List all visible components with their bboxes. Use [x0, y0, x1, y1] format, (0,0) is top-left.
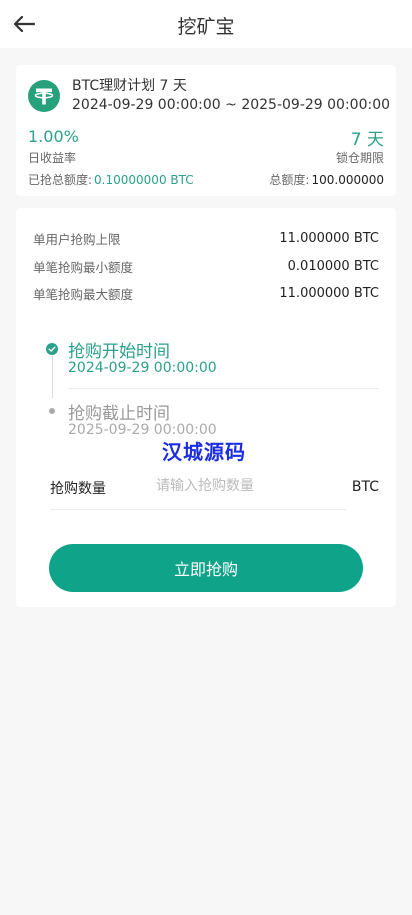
quantity-input[interactable] — [156, 472, 336, 500]
daily-rate-value: 1.00% — [28, 127, 79, 146]
limit-label: 单用户抢购上限 — [33, 231, 121, 247]
top-bar: 挖矿宝 — [0, 0, 412, 48]
daily-rate-label: 日收益率 — [28, 151, 77, 165]
sold-amount-value: 0.10000000 BTC — [94, 173, 194, 187]
limit-value: 0.010000 BTC — [287, 258, 379, 274]
watermark: 汉城源码 — [162, 440, 246, 464]
sale-start-title: 抢购开始时间 — [68, 342, 170, 362]
tether-coin-icon — [28, 80, 60, 112]
quantity-label: 抢购数量 — [50, 481, 106, 497]
plan-period: 2024-09-29 00:00:00 ~ 2025-09-29 00:00:0… — [72, 97, 391, 113]
sale-end-title: 抢购截止时间 — [68, 404, 170, 424]
limit-row-single-max: 单笔抢购最大额度 11.000000 BTC — [33, 283, 379, 303]
total-amount: 总额度: 100.000000 — [269, 171, 384, 188]
plan-summary-card: BTC理财计划 7 天 2024-09-29 00:00:00 ~ 2025-0… — [16, 65, 396, 196]
sold-amount: 已抢总额度: 0.10000000 BTC — [28, 171, 194, 188]
lock-period-value: 7 天 — [350, 130, 384, 150]
limit-row-single-min: 单笔抢购最小额度 0.010000 BTC — [33, 256, 379, 276]
limit-value: 11.000000 BTC — [279, 230, 379, 246]
sale-start-time: 2024-09-29 00:00:00 — [68, 360, 217, 376]
limit-value: 11.000000 BTC — [279, 285, 379, 301]
timeline-dot — [49, 408, 55, 414]
lock-period-label: 锁仓期限 — [335, 151, 384, 165]
limit-label: 单笔抢购最大额度 — [33, 286, 134, 302]
quantity-underline — [50, 509, 346, 510]
purchase-card: 单用户抢购上限 11.000000 BTC 单笔抢购最小额度 0.010000 … — [16, 208, 396, 607]
limit-label: 单笔抢购最小额度 — [33, 259, 134, 275]
plan-title: BTC理财计划 7 天 — [72, 78, 187, 94]
total-amount-label: 总额度: — [269, 173, 310, 187]
buy-now-button[interactable]: 立即抢购 — [49, 544, 363, 592]
timeline-divider — [68, 388, 379, 389]
timeline-line — [52, 356, 53, 398]
page-title: 挖矿宝 — [177, 16, 235, 38]
limit-row-user-max: 单用户抢购上限 11.000000 BTC — [33, 228, 379, 248]
total-amount-value: 100.000000 — [311, 173, 384, 187]
quantity-unit: BTC — [351, 479, 379, 495]
check-circle-icon — [46, 343, 58, 355]
sold-amount-label: 已抢总额度: — [28, 173, 93, 187]
